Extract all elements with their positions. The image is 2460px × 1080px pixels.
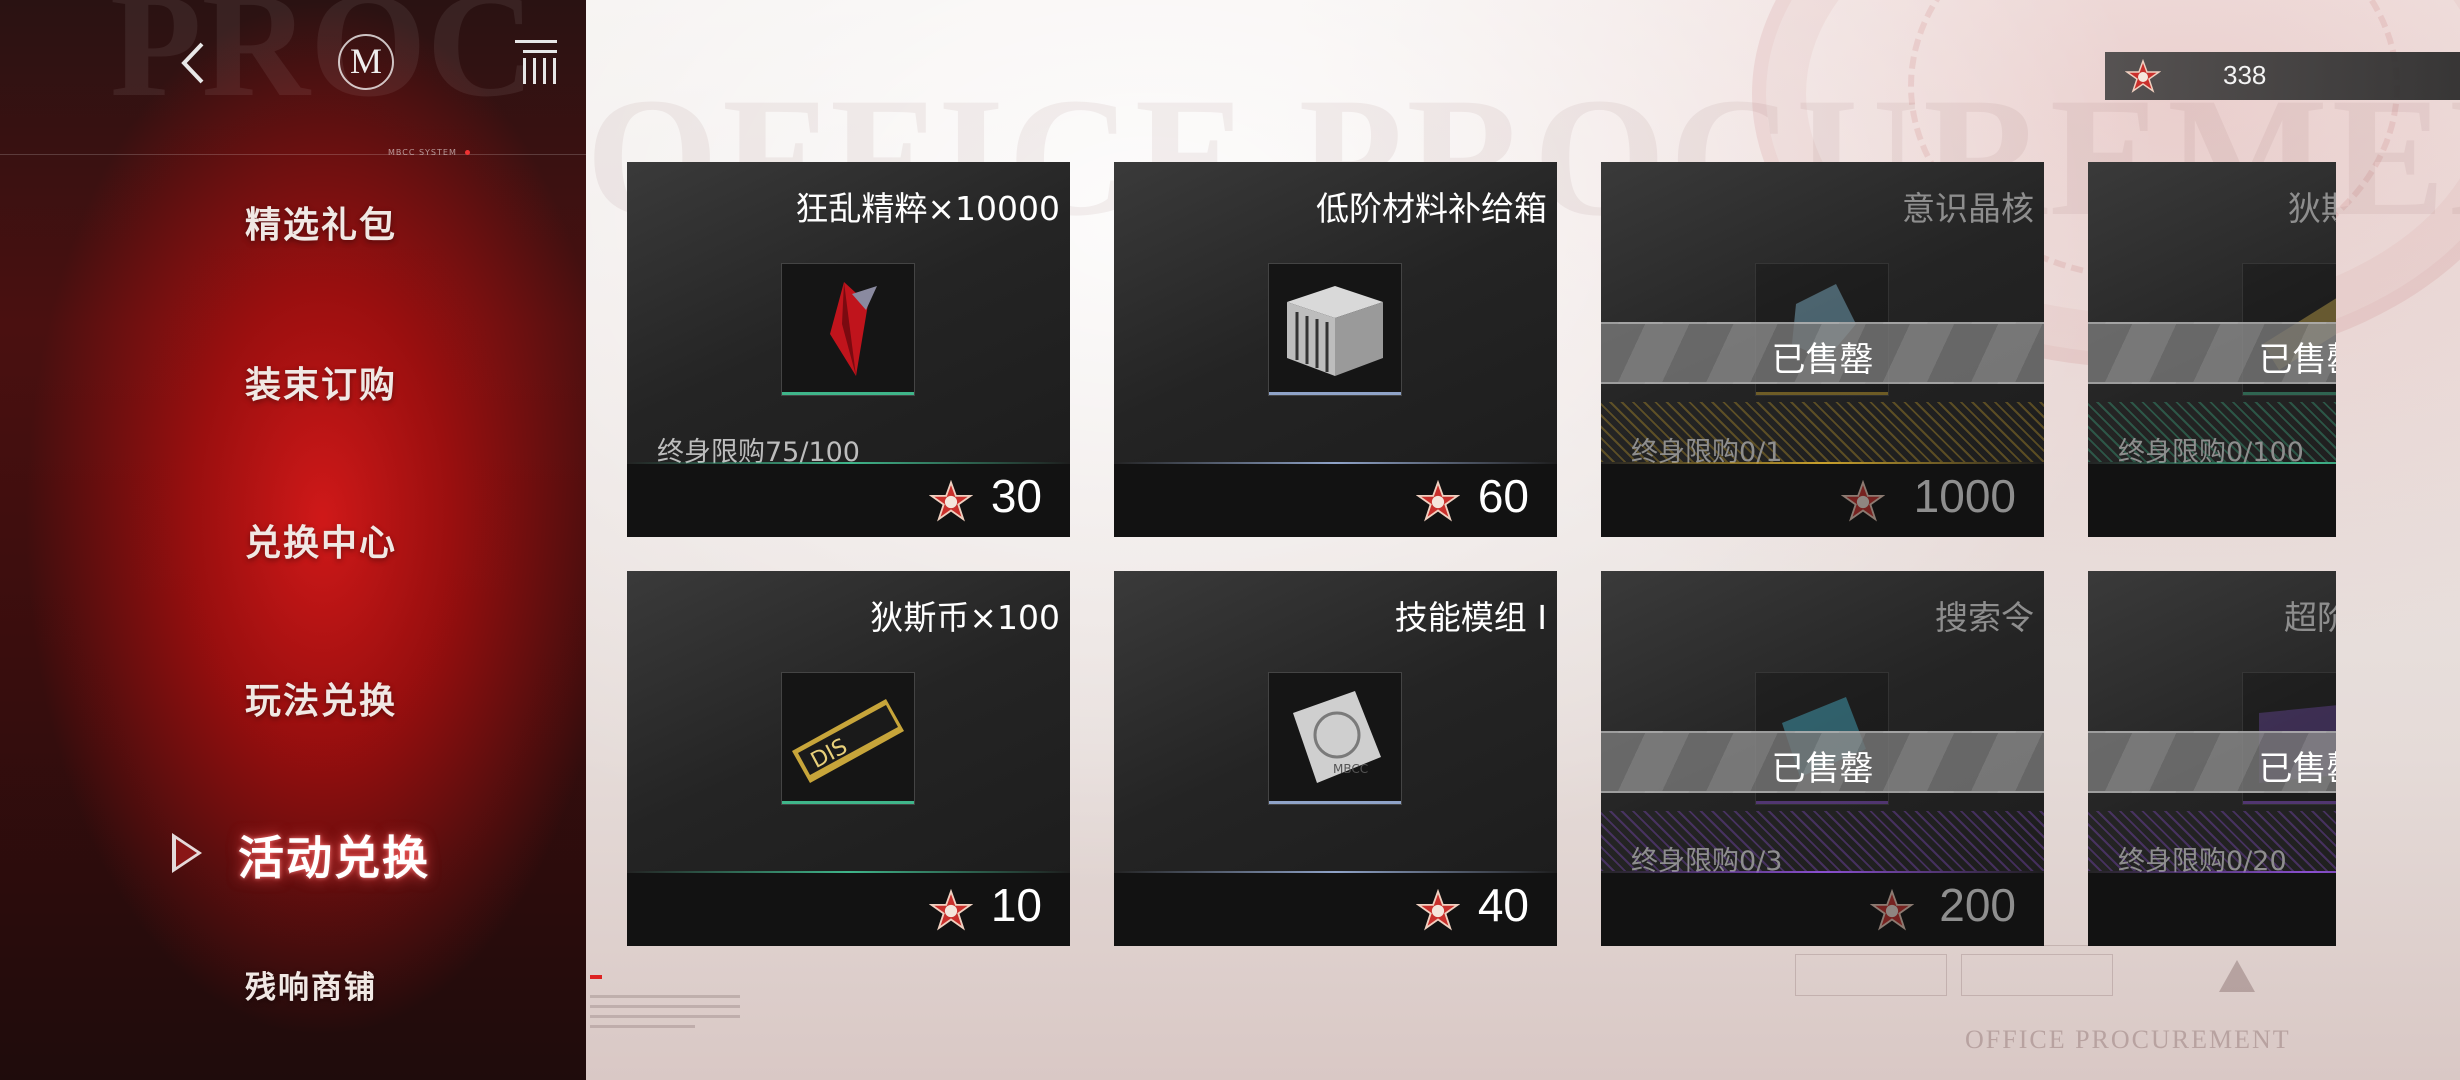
- sidebar-divider: [0, 154, 586, 155]
- supply-crate-icon: [1268, 263, 1402, 396]
- svg-text:MBCC: MBCC: [1333, 762, 1368, 776]
- item-name: 超阶: [2284, 598, 2336, 637]
- nav-item-echo-shop[interactable]: 残响商铺: [245, 962, 377, 1007]
- shop-item-card-sold-out[interactable]: 意识晶核 已售罄 终身限购0/1 1000: [1601, 162, 2044, 537]
- item-price: 1000: [1913, 470, 2016, 522]
- star-token-icon: [1416, 480, 1460, 522]
- sold-out-banner: 已售罄: [2088, 322, 2336, 384]
- skill-module-icon: MBCC: [1268, 672, 1402, 805]
- sold-out-label: 已售罄: [1771, 340, 1874, 380]
- item-price: 30: [990, 470, 1042, 522]
- system-label: MBCC SYSTEM: [388, 148, 457, 157]
- menu-button[interactable]: [515, 40, 557, 88]
- item-name: 低阶材料补给箱: [1316, 189, 1547, 228]
- sold-out-banner: 已售罄: [2088, 731, 2336, 793]
- star-token-icon: [2125, 59, 2161, 93]
- sold-out-banner: 已售罄: [1601, 731, 2044, 793]
- shop-item-card[interactable]: 技能模组 I MBCC 40: [1114, 571, 1557, 946]
- nav-item-event-exchange[interactable]: 活动兑换: [238, 822, 430, 888]
- warning-icon: [2219, 960, 2255, 992]
- item-price: 10: [990, 879, 1042, 931]
- shop-item-card-sold-out[interactable]: 搜索令 已售罄 终身限购0/3 200: [1601, 571, 2044, 946]
- shop-item-grid: 狂乱精粹×10000 终身限购75/100 30 低阶材料补给箱 60 意识晶核…: [600, 150, 2336, 960]
- sidebar: PROC MBCC SYSTEM M 精选礼包 装束订购 兑换中心 玩法兑换 活…: [0, 0, 586, 1080]
- star-token-icon: [929, 480, 973, 522]
- item-name: 狄斯: [2288, 189, 2336, 228]
- star-token-icon: [1416, 889, 1460, 931]
- price-bar: [2088, 873, 2336, 946]
- shop-item-card[interactable]: 狂乱精粹×10000 终身限购75/100 30: [627, 162, 1070, 537]
- currency-display: 338: [2105, 52, 2460, 100]
- sold-out-label: 已售罄: [2258, 340, 2337, 380]
- active-indicator-icon: [172, 833, 202, 873]
- nav-item-gameplay-exchange[interactable]: 玩法兑换: [245, 672, 397, 724]
- sold-out-label: 已售罄: [2258, 749, 2337, 789]
- currency-amount: 338: [2223, 60, 2267, 90]
- price-bar: [2088, 464, 2336, 537]
- back-button[interactable]: [170, 38, 220, 88]
- shop-item-card[interactable]: 狄斯币×100 DIS 10: [627, 571, 1070, 946]
- nav-item-exchange-center[interactable]: 兑换中心: [245, 514, 397, 566]
- item-name: 搜索令: [1935, 598, 2034, 637]
- item-price: 60: [1477, 470, 1529, 522]
- nav-item-outfit-order[interactable]: 装束订购: [245, 356, 397, 408]
- star-token-icon: [1841, 480, 1885, 522]
- background-footer-text: OFFICE PROCUREMENT: [1965, 1025, 2291, 1054]
- star-token-icon: [929, 889, 973, 931]
- star-token-icon: [1870, 889, 1914, 931]
- shop-item-card[interactable]: 低阶材料补给箱 60: [1114, 162, 1557, 537]
- decor-lines: [590, 995, 740, 1035]
- decor-red-mark: [590, 975, 602, 979]
- item-price: 40: [1477, 879, 1529, 931]
- item-name: 狂乱精粹×10000: [795, 189, 1060, 228]
- red-crystal-icon: [781, 263, 915, 396]
- home-logo-button[interactable]: M: [338, 34, 394, 90]
- nav-item-featured-packs[interactable]: 精选礼包: [245, 196, 397, 248]
- item-name: 意识晶核: [1902, 189, 2034, 228]
- shop-item-card-sold-out[interactable]: 超阶 已售罄 终身限购0/20: [2088, 571, 2336, 946]
- system-status-dot: [465, 150, 470, 155]
- item-name: 狄斯币×100: [870, 598, 1060, 637]
- dis-coin-icon: DIS: [781, 672, 915, 805]
- sold-out-label: 已售罄: [1771, 749, 1874, 789]
- sold-out-banner: 已售罄: [1601, 322, 2044, 384]
- chevron-left-icon: [181, 42, 204, 84]
- item-name: 技能模组 I: [1394, 598, 1547, 637]
- shop-item-card-sold-out[interactable]: 狄斯 已售罄 终身限购0/100: [2088, 162, 2336, 537]
- item-price: 200: [1939, 879, 2016, 931]
